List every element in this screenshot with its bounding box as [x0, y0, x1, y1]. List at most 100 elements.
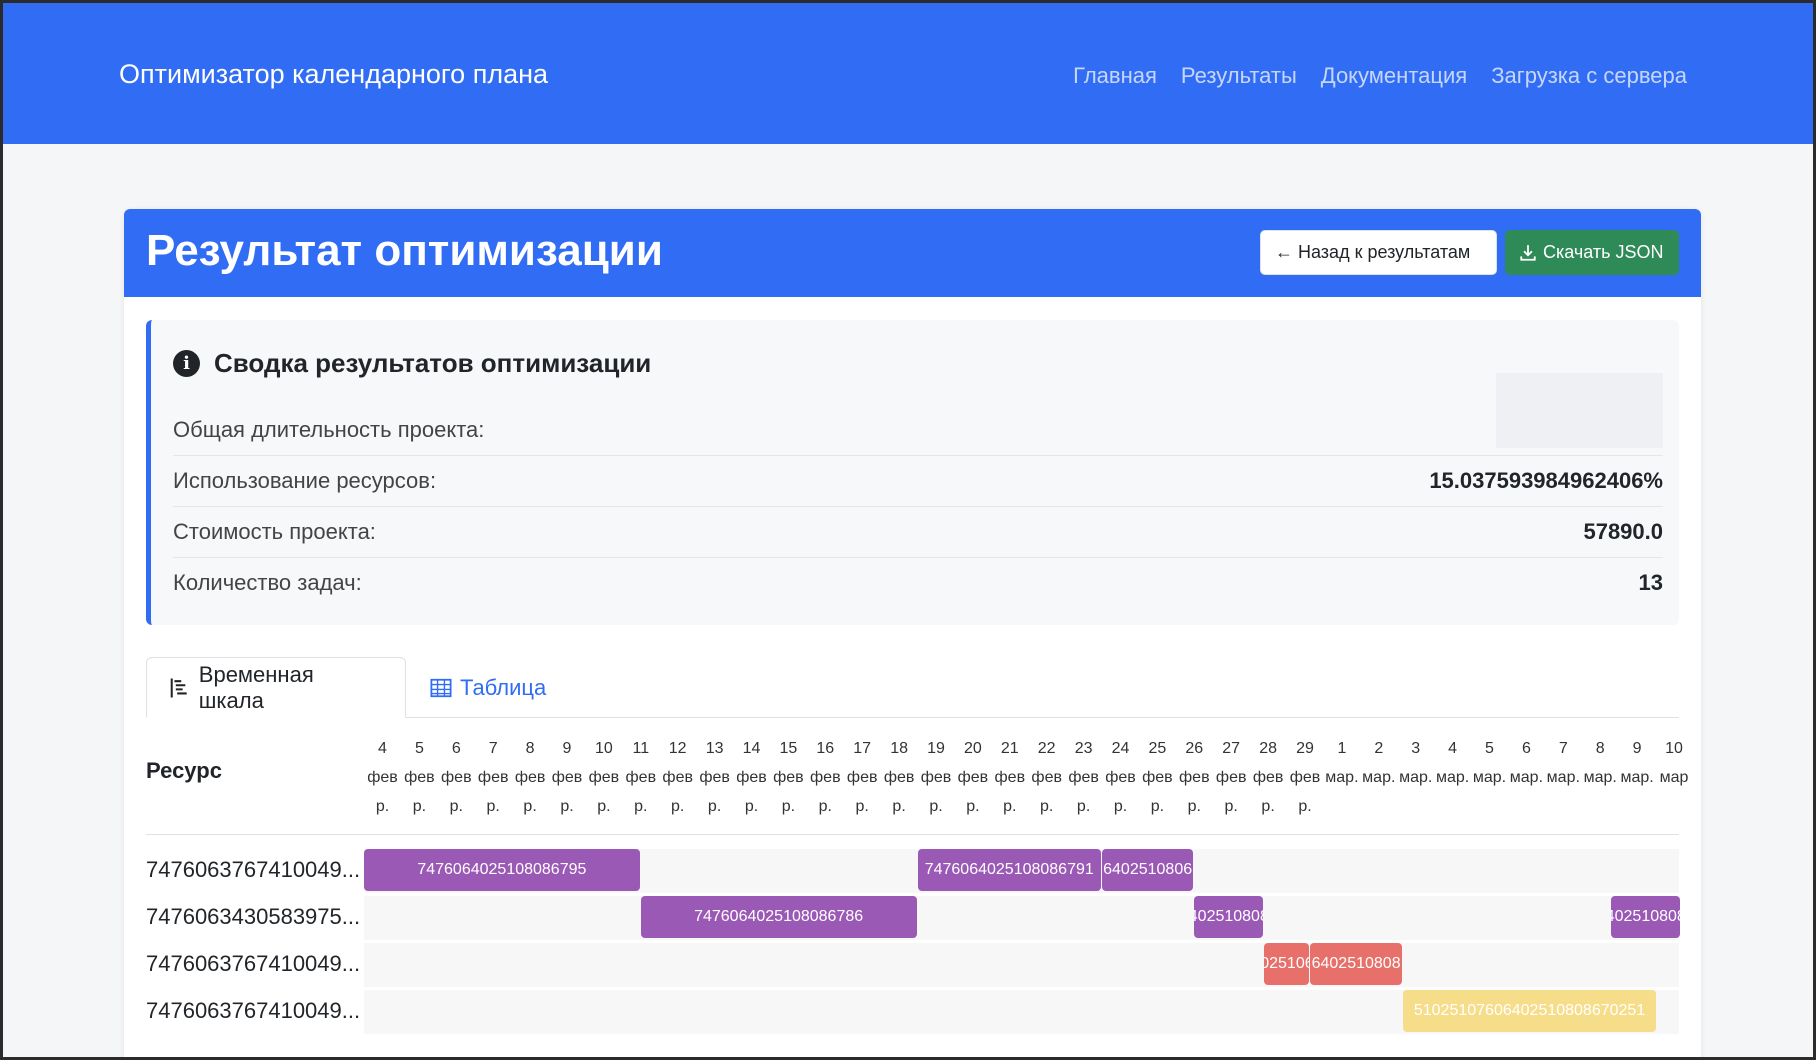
- nav-link-home[interactable]: Главная: [1073, 63, 1157, 89]
- date-tick-month: фев: [1215, 769, 1247, 786]
- date-tick-month: мар.: [1472, 769, 1507, 786]
- date-tick: 21 фев р.: [991, 734, 1028, 821]
- date-tick: 8 фев р.: [512, 734, 549, 821]
- task-bar[interactable]: 7476064025108086795: [364, 849, 640, 891]
- date-tick-suffix: р.: [707, 798, 722, 815]
- date-tick: 29 фев р.: [1287, 734, 1324, 821]
- date-tick-suffix: р.: [412, 798, 427, 815]
- date-tick-day: 5: [1485, 740, 1494, 757]
- tab-timeline[interactable]: Временная шкала: [146, 657, 406, 718]
- task-bar[interactable]: 7476064025108086786: [640, 896, 917, 938]
- date-tick: 9 фев р.: [549, 734, 586, 821]
- date-tick-month: фев: [477, 769, 509, 786]
- resource-name[interactable]: 7476063767410049...: [146, 951, 360, 977]
- navbar: Оптимизатор календарного плана Главная Р…: [3, 3, 1813, 144]
- task-bar[interactable]: 025106: [1264, 943, 1310, 985]
- date-tick-suffix: [1434, 792, 1471, 821]
- back-button-label: ← Назад к результатам: [1275, 242, 1471, 262]
- card-header: Результат оптимизации ← Назад к результа…: [124, 209, 1701, 297]
- date-tick-suffix: р.: [671, 798, 685, 815]
- date-tick: 1 мар.: [1323, 734, 1360, 821]
- date-tick-month: фев: [1031, 769, 1062, 786]
- date-tick-suffix: р.: [929, 798, 943, 815]
- date-tick-day: 9: [1632, 740, 1642, 757]
- date-tick-day: 29: [1296, 740, 1314, 757]
- date-tick-suffix: р.: [744, 798, 759, 815]
- tab-table-label: Таблица: [460, 674, 547, 700]
- summary-row-cost: Стоимость проекта: 57890.0: [173, 507, 1663, 558]
- date-tick-suffix: р.: [1261, 798, 1275, 815]
- date-tick-month: мар.: [1583, 769, 1617, 786]
- resource-row: 7476063767410049... 7476064025108086795 74…: [146, 849, 1679, 893]
- date-tick-day: 10: [1665, 740, 1683, 757]
- resource-row: 7476063767410049... 0251066402510808: [146, 943, 1679, 987]
- download-button-label: Скачать JSON: [1543, 242, 1664, 262]
- date-tick-month: мар: [1659, 769, 1689, 786]
- resource-name[interactable]: 7476063767410049...: [146, 998, 360, 1024]
- date-tick-month: фев: [1068, 769, 1099, 786]
- date-tick-month: мар.: [1546, 769, 1580, 786]
- date-tick-month: фев: [367, 769, 398, 786]
- date-tick-suffix: р.: [523, 798, 537, 815]
- task-bar[interactable]: 6402510808: [1310, 943, 1402, 985]
- date-tick-suffix: [1508, 792, 1545, 821]
- date-tick-day: 14: [742, 740, 761, 757]
- date-tick-month: фев: [920, 769, 952, 786]
- date-tick: 15 фев р.: [770, 734, 807, 821]
- resource-name[interactable]: 7476063767410049...: [146, 857, 360, 883]
- resource-row: 7476063430583975... 7476064025108086786 40…: [146, 896, 1681, 940]
- timeline-icon: [170, 677, 187, 698]
- date-tick-month: фев: [957, 769, 989, 786]
- summary-value: 13: [1638, 570, 1663, 595]
- date-tick: 11 фев р.: [622, 734, 659, 821]
- nav-link-docs[interactable]: Документация: [1321, 63, 1467, 89]
- back-to-results-button[interactable]: ← Назад к результатам: [1260, 230, 1497, 275]
- date-tick-month: фев: [699, 769, 730, 786]
- date-tick-suffix: р.: [1298, 798, 1312, 815]
- date-axis: 4 фев р. 5 фев р. 6 фев р. 7 фев р. 8 фев р. 9 фев р. 10 фе…: [364, 734, 1688, 828]
- date-tick-day: 16: [816, 740, 835, 757]
- date-tick-suffix: р.: [634, 798, 648, 815]
- date-tick-suffix: р.: [1076, 798, 1091, 815]
- date-tick: 10 фев р.: [585, 734, 622, 821]
- nav-link-server-upload[interactable]: Загрузка с сервера: [1491, 63, 1687, 89]
- date-tick-month: мар.: [1362, 769, 1396, 786]
- nav-link-results[interactable]: Результаты: [1181, 63, 1297, 89]
- date-tick: 28 фев р.: [1250, 734, 1287, 821]
- date-tick-day: 20: [963, 740, 982, 757]
- resource-track: 51025107606402510808670251: [364, 990, 1679, 1034]
- task-bar[interactable]: 402510808: [1611, 896, 1681, 938]
- browser-viewport: Оптимизатор календарного плана Главная Р…: [0, 0, 1816, 1060]
- task-bar[interactable]: 6402510806: [1102, 849, 1194, 891]
- date-tick-suffix: [1471, 792, 1508, 821]
- resource-name[interactable]: 7476063430583975...: [146, 904, 360, 930]
- date-tick-suffix: [1656, 792, 1693, 821]
- date-tick: 2 мар.: [1360, 734, 1397, 821]
- date-tick-day: 28: [1259, 740, 1277, 757]
- navbar-brand[interactable]: Оптимизатор календарного плана: [119, 59, 548, 90]
- task-bar[interactable]: 51025107606402510808670251: [1402, 990, 1657, 1032]
- resource-column-header: Ресурс: [146, 758, 222, 783]
- tab-table[interactable]: Таблица: [408, 657, 568, 718]
- date-tick-month: фев: [846, 769, 878, 786]
- date-tick: 5 фев р.: [401, 734, 438, 821]
- date-tick: 18 фев р.: [881, 734, 918, 821]
- date-tick-day: 25: [1148, 740, 1167, 757]
- summary-label: Количество задач:: [173, 570, 362, 595]
- nav-links: Главная Результаты Документация Загрузка…: [1073, 63, 1687, 89]
- summary-panel: i Сводка результатов оптимизации Общая д…: [146, 320, 1679, 625]
- resource-row: 7476063767410049... 510251076064025108086…: [146, 990, 1679, 1034]
- task-bar[interactable]: 7476064025108086791: [917, 849, 1101, 891]
- date-tick-day: 15: [779, 740, 798, 757]
- date-tick-suffix: р.: [449, 798, 463, 815]
- date-tick: 8 мар.: [1582, 734, 1619, 821]
- task-bar[interactable]: 402510808: [1194, 896, 1264, 938]
- date-tick-day: 22: [1037, 740, 1056, 757]
- date-tick: 4 мар.: [1434, 734, 1471, 821]
- result-card: Результат оптимизации ← Назад к результа…: [124, 209, 1701, 1057]
- date-tick-day: 9: [562, 740, 572, 757]
- date-tick-suffix: [1360, 792, 1397, 821]
- download-icon: [1520, 244, 1536, 261]
- download-json-button[interactable]: Скачать JSON: [1505, 230, 1679, 275]
- date-tick-suffix: р.: [855, 798, 869, 815]
